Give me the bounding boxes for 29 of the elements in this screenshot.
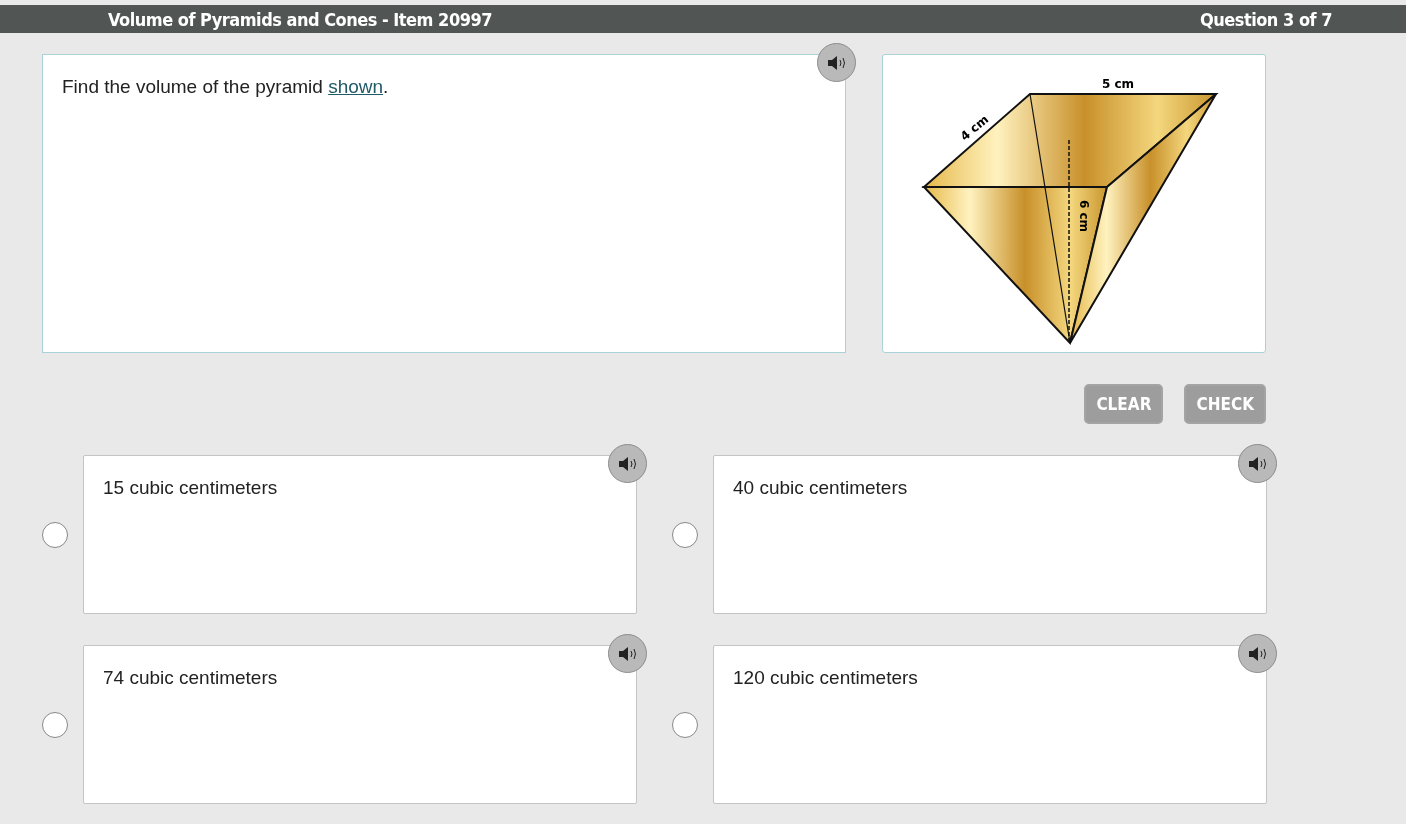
speaker-icon <box>617 455 638 472</box>
speaker-icon <box>1247 645 1268 662</box>
answer-card[interactable]: 40 cubic centimeters <box>713 455 1267 614</box>
radio-button[interactable] <box>42 711 68 738</box>
radio-button[interactable] <box>672 711 698 738</box>
radio-button[interactable] <box>672 521 698 548</box>
width-label: 4 cm <box>957 111 992 144</box>
question-text: Find the volume of the pyramid shown. <box>62 76 390 98</box>
audio-button[interactable] <box>608 634 647 673</box>
answer-text: 120 cubic centimeters <box>733 667 918 688</box>
audio-button[interactable] <box>608 444 647 483</box>
speaker-icon <box>617 645 638 662</box>
radio-button[interactable] <box>42 521 68 548</box>
speaker-icon <box>1247 455 1268 472</box>
speaker-icon <box>826 54 847 71</box>
answer-card[interactable]: 74 cubic centimeters <box>83 645 637 804</box>
audio-button[interactable] <box>817 43 856 82</box>
audio-button[interactable] <box>1238 634 1277 673</box>
length-label: 5 cm <box>1101 76 1135 91</box>
answer-card[interactable]: 15 cubic centimeters <box>83 455 637 614</box>
question-counter: Question 3 of 7 <box>1200 8 1332 30</box>
lesson-title: Volume of Pyramids and Cones - Item 20997 <box>108 8 492 30</box>
shown-link[interactable]: shown <box>328 76 384 97</box>
height-label: 6 cm <box>1077 199 1091 232</box>
answer-card[interactable]: 120 cubic centimeters <box>713 645 1267 804</box>
answer-text: 74 cubic centimeters <box>103 667 278 688</box>
audio-button[interactable] <box>1238 444 1277 483</box>
answer-text: 15 cubic centimeters <box>103 477 278 498</box>
answer-text: 40 cubic centimeters <box>733 477 908 498</box>
